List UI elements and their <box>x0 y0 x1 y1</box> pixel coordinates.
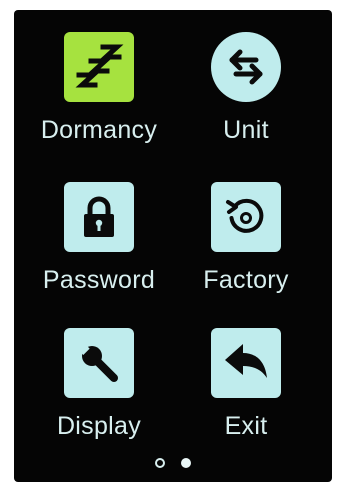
menu-item-dormancy[interactable]: Dormancy <box>24 32 174 172</box>
device-screen: Dormancy Unit Password Factory Display E… <box>14 10 332 482</box>
page-indicator <box>14 458 332 470</box>
menu-item-label: Display <box>56 412 142 440</box>
wrench-icon <box>76 340 122 386</box>
reset-rotate-icon <box>223 194 269 240</box>
factory-tile[interactable] <box>211 182 281 252</box>
page-dot-1[interactable] <box>155 458 165 468</box>
display-tile[interactable] <box>64 328 134 398</box>
swap-arrows-icon <box>224 45 268 89</box>
menu-item-password[interactable]: Password <box>24 182 174 322</box>
menu-grid: Dormancy Unit Password Factory Display E… <box>14 10 332 482</box>
menu-item-label: Unit <box>223 116 269 144</box>
unit-tile[interactable] <box>211 32 281 102</box>
exit-tile[interactable] <box>211 328 281 398</box>
menu-item-label: Factory <box>203 266 289 294</box>
lock-icon <box>79 195 119 239</box>
sleep-zzz-icon <box>73 41 125 93</box>
menu-item-label: Password <box>42 266 156 294</box>
menu-item-label: Dormancy <box>40 116 158 144</box>
menu-item-display[interactable]: Display <box>24 328 174 468</box>
menu-item-factory[interactable]: Factory <box>171 182 321 322</box>
menu-item-label: Exit <box>224 412 268 440</box>
dormancy-tile[interactable] <box>64 32 134 102</box>
menu-item-unit[interactable]: Unit <box>171 32 321 172</box>
back-arrow-icon <box>221 340 271 386</box>
menu-item-exit[interactable]: Exit <box>171 328 321 468</box>
password-tile[interactable] <box>64 182 134 252</box>
page-dot-2[interactable] <box>181 458 191 468</box>
